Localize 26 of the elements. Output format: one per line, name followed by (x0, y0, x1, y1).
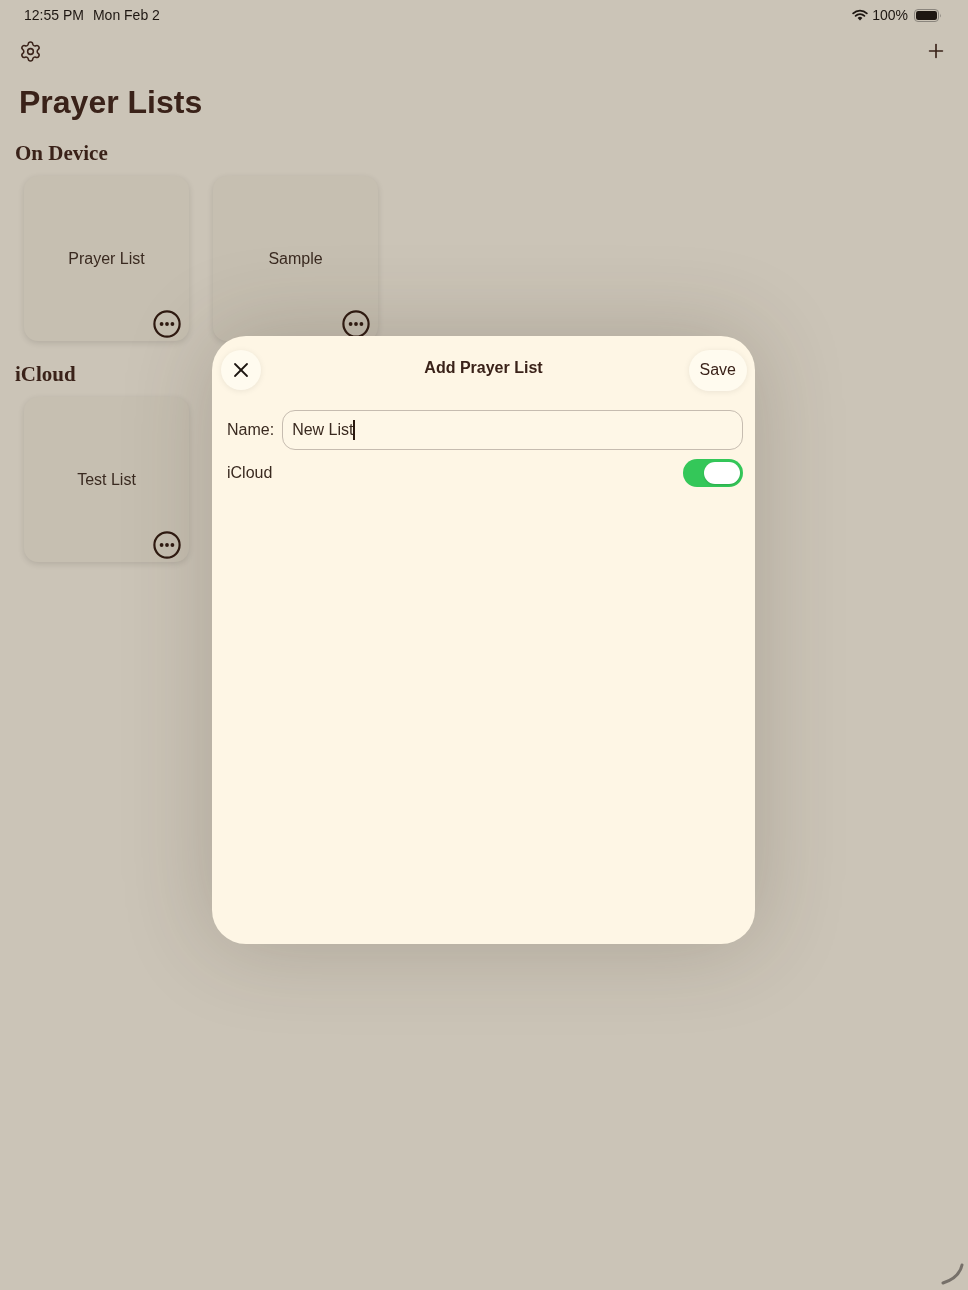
battery-percent: 100% (872, 5, 908, 25)
status-time: 12:55 PM (24, 5, 84, 25)
toggle-switch[interactable] (683, 459, 743, 487)
dialog-title: Add Prayer List (424, 358, 543, 378)
list-card[interactable]: Sample (213, 176, 378, 341)
ellipsis-circle-icon[interactable] (153, 531, 181, 559)
page-title: Prayer Lists (19, 83, 203, 122)
close-button[interactable] (221, 350, 261, 390)
list-name: Prayer List (68, 248, 145, 269)
list-name: Test List (77, 469, 136, 490)
section-heading: On Device (15, 140, 108, 166)
save-button[interactable]: Save (688, 349, 747, 391)
wifi-icon (852, 9, 869, 21)
toggle-label: iCloud (227, 463, 273, 483)
status-date: Mon Feb 2 (92, 5, 160, 25)
section-heading: iCloud (15, 361, 76, 387)
field-label: Name: (227, 420, 275, 440)
settings-icon[interactable] (19, 39, 42, 63)
ellipsis-circle-icon[interactable] (342, 310, 370, 338)
name-field[interactable]: New List (282, 410, 743, 450)
battery-icon (914, 8, 942, 22)
list-card[interactable]: Test List (24, 397, 189, 562)
list-card[interactable]: Prayer List (24, 176, 189, 341)
curve-icon (940, 1263, 964, 1285)
list-name: Sample (268, 248, 323, 269)
ellipsis-circle-icon[interactable] (153, 310, 181, 338)
